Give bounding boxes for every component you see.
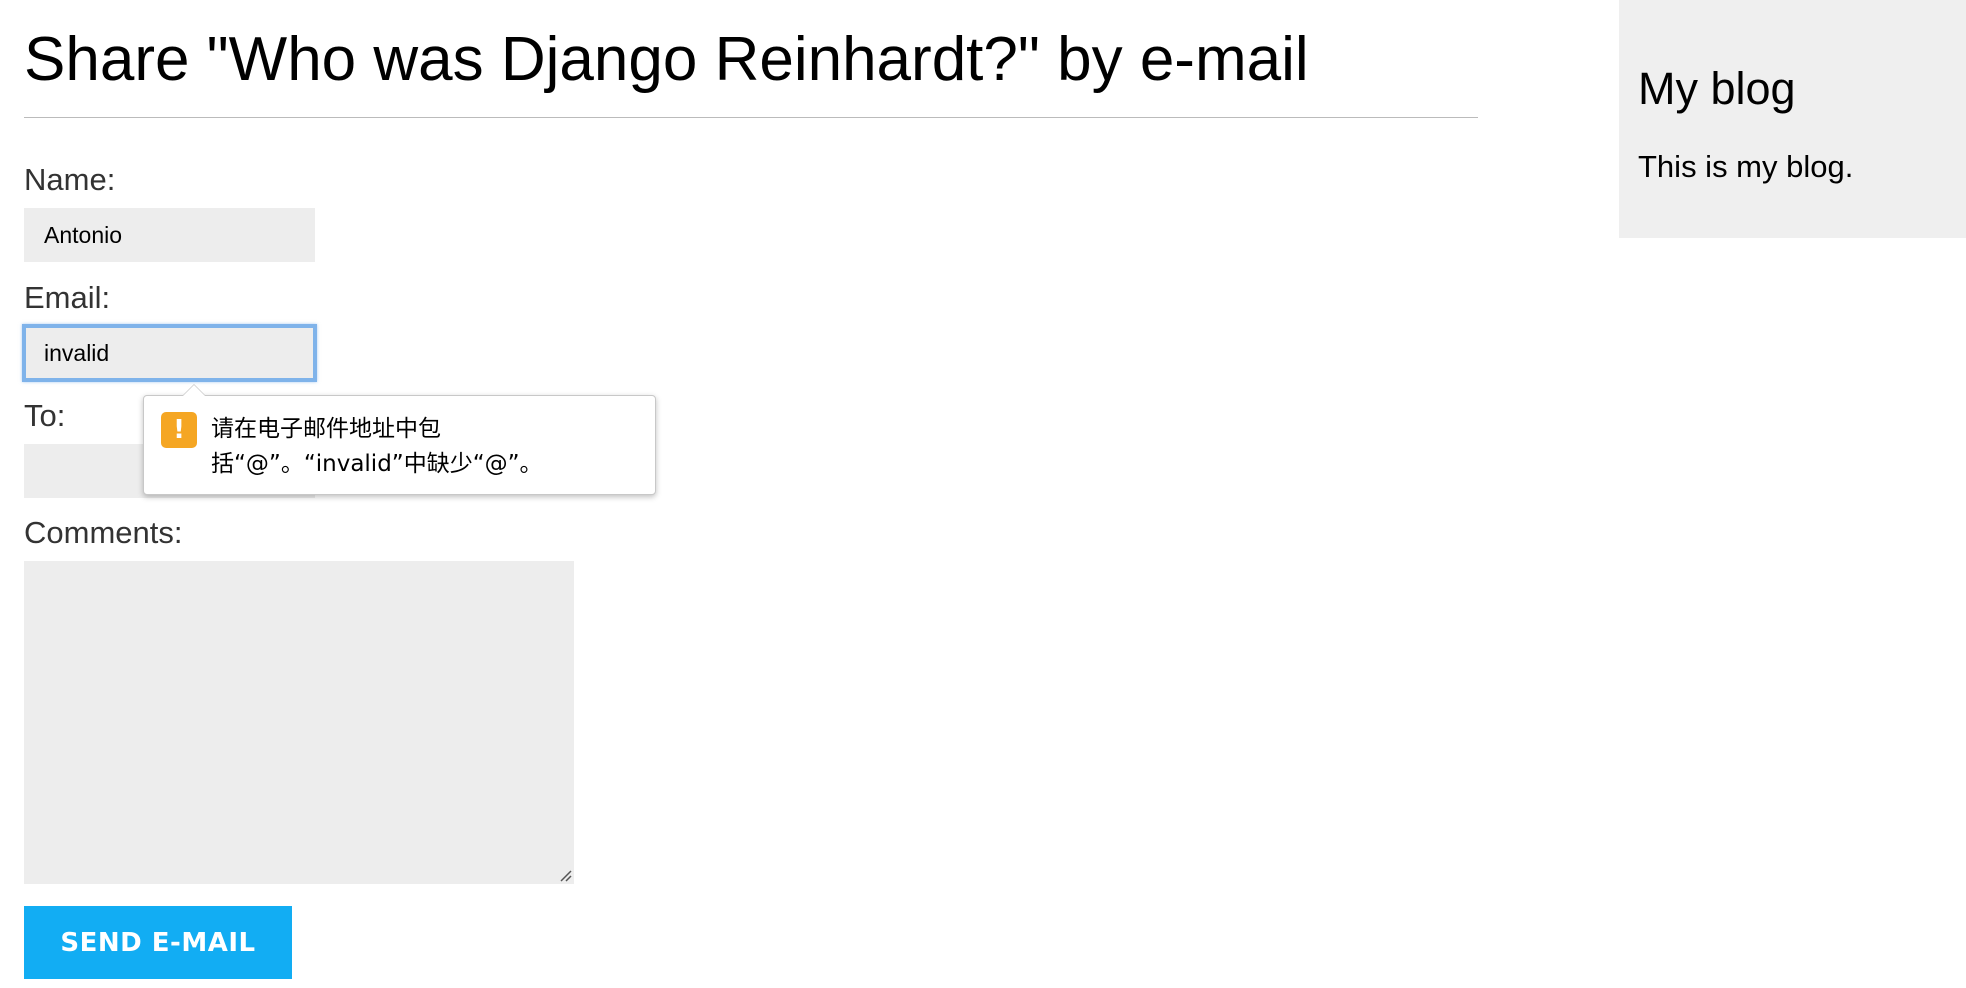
comments-textarea[interactable] bbox=[24, 561, 574, 884]
sidebar: My blog This is my blog. bbox=[1619, 0, 1966, 238]
main-content: Share "Who was Django Reinhardt?" by e-m… bbox=[22, 0, 1478, 979]
sidebar-description: This is my blog. bbox=[1638, 149, 1854, 184]
comments-label: Comments: bbox=[24, 515, 183, 550]
name-label: Name: bbox=[24, 162, 116, 197]
email-label: Email: bbox=[24, 280, 111, 315]
validation-message: 请在电子邮件地址中包括“@”。“invalid”中缺少“@”。 bbox=[211, 416, 543, 477]
page-title: Share "Who was Django Reinhardt?" by e-m… bbox=[24, 25, 1309, 94]
name-input[interactable]: Antonio bbox=[24, 208, 315, 262]
send-email-button[interactable]: SEND E-MAIL bbox=[24, 906, 292, 979]
validation-tooltip: ! 请在电子邮件地址中包括“@”。“invalid”中缺少“@”。 bbox=[143, 384, 656, 495]
tooltip-arrow bbox=[182, 384, 206, 396]
to-label: To: bbox=[24, 398, 66, 433]
sidebar-title: My blog bbox=[1638, 63, 1796, 114]
page: Share "Who was Django Reinhardt?" by e-m… bbox=[0, 0, 1966, 988]
email-input[interactable]: invalid bbox=[22, 324, 317, 382]
title-divider bbox=[24, 117, 1478, 118]
warning-icon: ! bbox=[161, 412, 197, 448]
resize-handle-icon[interactable] bbox=[558, 868, 572, 882]
